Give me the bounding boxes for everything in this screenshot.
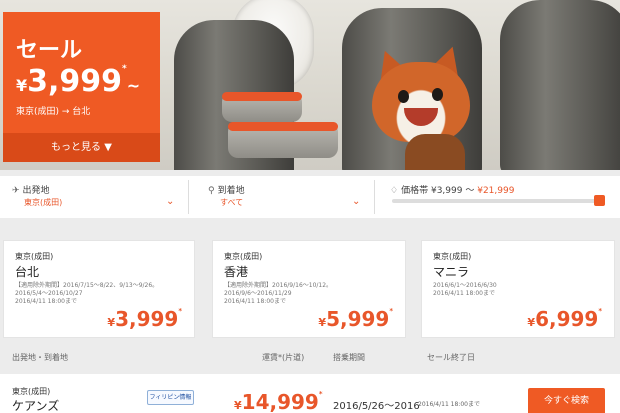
origin-value: 東京(成田) (24, 198, 63, 207)
more-button-label: もっと見る (51, 142, 102, 153)
mascot-eye-right (432, 88, 443, 101)
price-slider-handle[interactable] (594, 195, 605, 206)
price-slider-track[interactable] (392, 199, 602, 203)
row-price: ¥14,999* (234, 390, 323, 413)
row-period: 2016/5/26〜2016 (333, 401, 420, 412)
sale-route: 東京(成田) → 台北 (16, 107, 91, 117)
row-origin: 東京(成田) (12, 387, 51, 396)
chevron-down-icon: ⌄ (352, 196, 361, 207)
row-destination: ケアンズ (12, 399, 60, 413)
card-origin: 東京(成田) (433, 252, 472, 261)
mascot-head (372, 62, 470, 142)
mascot-body (405, 134, 465, 170)
plane-departure-icon: ✈ (12, 186, 20, 196)
card-destination: マニラ (433, 265, 470, 279)
card-price: ¥3,999* (107, 307, 182, 331)
table-header-route: 出発地・到着地 (12, 353, 68, 362)
chevron-down-icon: ⌄ (166, 196, 175, 207)
price-range-sep: 〜 (465, 186, 475, 196)
armrest-left-top (222, 92, 302, 101)
card-detail: 2016/4/11 18:00まで (433, 290, 495, 297)
sale-price-mark: * (122, 64, 127, 74)
mascot-eye-left (398, 90, 409, 103)
deal-card-hongkong[interactable]: 東京(成田) 香港 【適用除外期間】2016/9/16〜10/12。 2016/… (212, 240, 406, 338)
sale-promo-panel: セール ¥3,999* ~ 東京(成田) → 台北 もっと見る ▼ (3, 12, 160, 162)
table-header-end: セール終了日 (427, 353, 475, 362)
more-button[interactable]: もっと見る ▼ (3, 133, 160, 162)
search-filter-bar: ✈ 出発地 東京(成田) ⌄ ⚲ 到着地 すべて ⌄ ♢ 価格帯 ¥3,999 〜 ¥… (0, 176, 620, 218)
card-detail: 2016/4/11 18:00まで (224, 298, 286, 305)
armrest-center-top (228, 122, 338, 131)
deal-card-manila[interactable]: 東京(成田) マニラ 2016/6/1〜2016/6/30 2016/4/11 … (421, 240, 615, 338)
table-row: 東京(成田) ケアンズ フィリピン情報 ¥14,999* 2016/5/26〜2… (0, 374, 620, 413)
card-origin: 東京(成田) (15, 252, 54, 261)
table-header-fare: 運賃*(片道) (262, 353, 305, 362)
card-destination: 台北 (15, 265, 40, 279)
destination-value: すべて (220, 198, 244, 207)
info-badge[interactable]: フィリピン情報 (147, 390, 194, 405)
divider (188, 180, 189, 214)
location-pin-icon: ⚲ (208, 186, 215, 196)
destination-label: 到着地 (217, 186, 245, 196)
destination-select[interactable]: ⚲ 到着地 すべて ⌄ (196, 176, 371, 218)
divider (374, 180, 375, 214)
search-now-button[interactable]: 今すぐ検索 (528, 388, 605, 413)
origin-select[interactable]: ✈ 出発地 東京(成田) ⌄ (0, 176, 185, 218)
price-range-label: 価格帯 (401, 186, 429, 196)
sale-price-value: 3,999 (27, 64, 123, 99)
table-header-period: 搭乗期間 (333, 353, 365, 362)
hero-banner: セール ¥3,999* ~ 東京(成田) → 台北 もっと見る ▼ (0, 0, 620, 170)
row-end-date: 2016/4/11 18:00まで (418, 401, 480, 408)
sale-price: ¥3,999* ~ (16, 64, 140, 99)
price-range-min: ¥3,999 (430, 186, 463, 196)
card-price: ¥5,999* (318, 307, 393, 331)
origin-label: 出発地 (22, 186, 50, 196)
price-range-max: ¥21,999 (477, 186, 515, 196)
card-destination: 香港 (224, 265, 249, 279)
sale-title: セール (16, 38, 83, 63)
seat-back-right (500, 0, 620, 170)
card-price: ¥6,999* (527, 307, 602, 331)
price-range-filter: ♢ 価格帯 ¥3,999 〜 ¥21,999 (378, 176, 620, 218)
price-tag-icon: ♢ (390, 186, 399, 196)
sale-price-currency: ¥ (16, 76, 28, 95)
chevron-down-icon: ▼ (104, 142, 112, 153)
card-origin: 東京(成田) (224, 252, 263, 261)
deal-card-taipei[interactable]: 東京(成田) 台北 【適用除外期間】2016/7/15〜8/22、9/13〜9/… (3, 240, 195, 338)
sale-price-tilde: ~ (126, 76, 141, 95)
card-detail: 2016/4/11 18:00まで (15, 298, 77, 305)
